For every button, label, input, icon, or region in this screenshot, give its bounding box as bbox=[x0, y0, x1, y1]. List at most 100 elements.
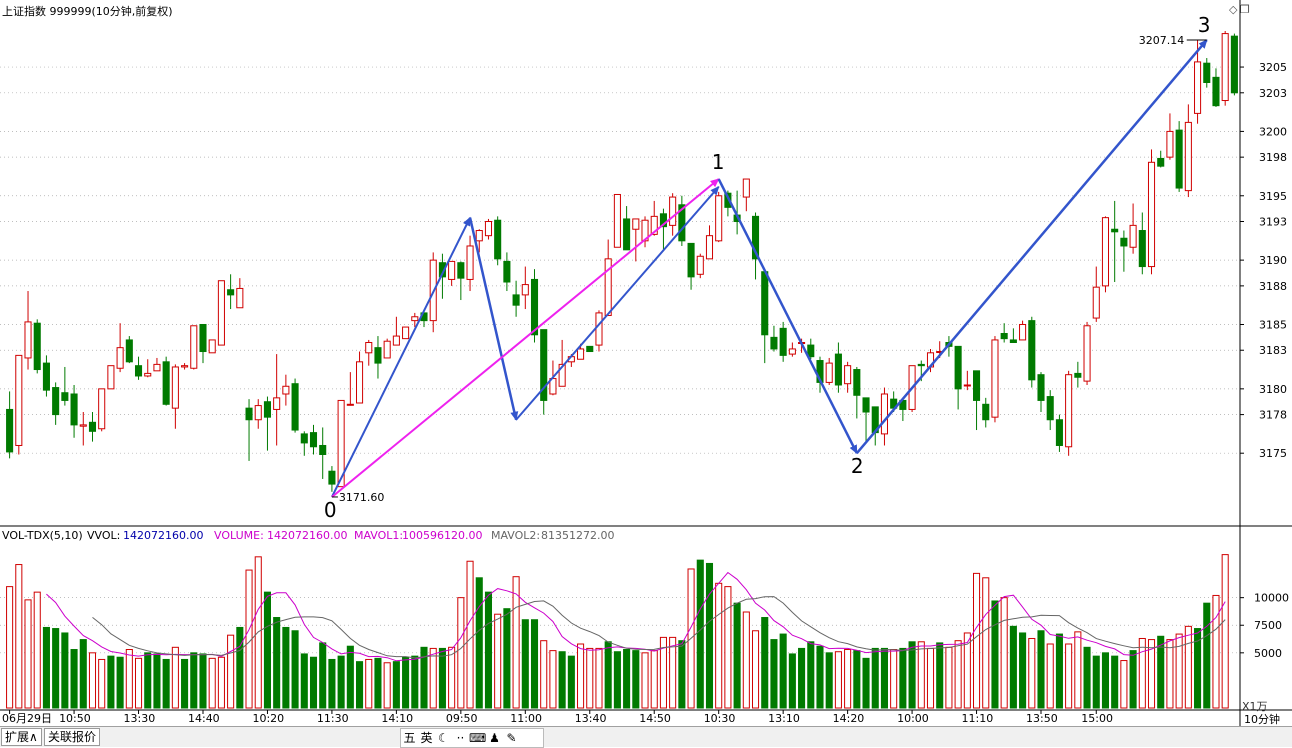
volume-bar bbox=[1000, 597, 1008, 709]
volume-bar bbox=[309, 656, 318, 709]
time-label: 13:50 bbox=[1026, 712, 1058, 725]
candle-body bbox=[917, 363, 925, 367]
user-icon[interactable]: ♟ bbox=[486, 729, 503, 747]
candle-body bbox=[383, 340, 391, 359]
volume-bar bbox=[586, 647, 594, 709]
candle-body bbox=[245, 407, 253, 421]
volume-bar bbox=[411, 655, 419, 709]
candle-body bbox=[475, 230, 483, 242]
diamond-icon[interactable]: ◇ bbox=[1229, 3, 1237, 16]
volume-bar bbox=[52, 628, 60, 709]
period-label[interactable]: 10分钟 bbox=[1244, 712, 1280, 726]
candle-body bbox=[577, 348, 585, 360]
time-label: 13:10 bbox=[768, 712, 800, 725]
volume-bar bbox=[319, 642, 327, 709]
volume-bar bbox=[669, 636, 677, 709]
wave-label-3: 3 bbox=[1198, 13, 1211, 37]
candle-body bbox=[300, 433, 308, 444]
volume-bar bbox=[484, 591, 493, 709]
ime-wubi-icon[interactable]: 五 bbox=[401, 729, 418, 747]
volume-label: VOLUME: bbox=[214, 529, 264, 542]
volume-bar bbox=[899, 647, 907, 709]
volume-bar bbox=[337, 655, 345, 709]
price-tick-label: 3175 bbox=[1259, 447, 1287, 460]
volume-bar bbox=[1028, 637, 1036, 709]
candle-body bbox=[346, 403, 354, 406]
volume-bar bbox=[1212, 594, 1220, 709]
volume-tick-label: 7500 bbox=[1254, 619, 1282, 632]
volume-bar bbox=[844, 649, 852, 709]
volume-bar bbox=[236, 626, 244, 709]
volume-bar bbox=[853, 650, 861, 709]
candle-body bbox=[98, 388, 106, 430]
volume-bar bbox=[1074, 631, 1082, 709]
keyboard-icon[interactable]: ⌨ bbox=[469, 729, 486, 747]
volume-bar bbox=[190, 652, 198, 709]
volume-bar bbox=[291, 630, 299, 709]
chart-title: 上证指数 999999(10分钟,前复权) bbox=[2, 4, 173, 18]
volume-bar bbox=[650, 650, 658, 709]
volume-bar bbox=[1129, 650, 1137, 709]
candle-body bbox=[1138, 230, 1146, 268]
volume-bar bbox=[181, 658, 189, 709]
candle-body bbox=[190, 325, 198, 369]
volume-bar bbox=[227, 634, 235, 709]
candle-body bbox=[696, 255, 704, 275]
ime-english-icon[interactable]: 英 bbox=[418, 729, 435, 747]
volume-bar bbox=[70, 649, 78, 709]
restore-window-icon[interactable]: ❐ bbox=[1240, 3, 1250, 16]
volume-value: 142072160.00 bbox=[267, 529, 347, 542]
candle-body bbox=[687, 242, 695, 278]
time-label: 13:40 bbox=[575, 712, 607, 725]
candle-body bbox=[411, 316, 419, 322]
volume-bar bbox=[1037, 630, 1045, 709]
kline-chart[interactable]: 3175 3178 3180 3183 3185 3188 3190 3193 3195 3198… bbox=[0, 0, 1292, 726]
volume-bar bbox=[632, 650, 640, 709]
volume-bar bbox=[982, 577, 990, 709]
volume-bar bbox=[825, 652, 833, 709]
candle-body bbox=[1074, 372, 1082, 378]
punctuation-icon[interactable]: ·· bbox=[452, 729, 469, 747]
volume-bar bbox=[751, 630, 760, 709]
vvol-value: 142072160.00 bbox=[123, 529, 203, 542]
candle-body bbox=[844, 365, 852, 385]
volume-unit: X1万 bbox=[1242, 700, 1268, 713]
mavol2-value: 81351272.00 bbox=[541, 529, 614, 542]
volume-bar bbox=[383, 662, 391, 709]
volume-bar bbox=[733, 602, 741, 709]
candle-body bbox=[236, 287, 244, 309]
volume-bar bbox=[880, 647, 888, 709]
volume-bar bbox=[604, 641, 612, 709]
related-quotes-tab[interactable]: 关联报价 bbox=[44, 728, 101, 746]
volume-bar bbox=[273, 617, 281, 709]
candle-body bbox=[402, 326, 410, 340]
wave-label-0: 0 bbox=[324, 498, 337, 522]
wrench-icon[interactable]: ✎ bbox=[503, 729, 520, 747]
volume-bar bbox=[1221, 554, 1229, 709]
candle-body bbox=[862, 397, 870, 413]
volume-bar bbox=[300, 653, 308, 709]
candle-body bbox=[1157, 157, 1165, 167]
candle-body bbox=[853, 369, 861, 396]
candle-body bbox=[1194, 61, 1202, 114]
volume-bar bbox=[356, 661, 364, 709]
time-label: 11:00 bbox=[510, 712, 542, 725]
low-price-label: 3171.60 bbox=[339, 491, 385, 504]
volume-bar bbox=[392, 661, 400, 709]
candle-body bbox=[1147, 161, 1156, 268]
volume-bar bbox=[1166, 639, 1174, 709]
volume-bar bbox=[107, 655, 115, 709]
mavol1-value: 100596120.00 bbox=[402, 529, 482, 542]
moon-icon[interactable]: ☾ bbox=[435, 729, 452, 747]
volume-bar bbox=[788, 653, 796, 709]
volume-bar bbox=[816, 645, 824, 709]
expand-tab[interactable]: 扩展∧ bbox=[1, 728, 42, 746]
candle-body bbox=[963, 384, 971, 387]
mavol2-label: MAVOL2: bbox=[491, 529, 540, 542]
candle-body bbox=[1175, 129, 1183, 189]
candle-body bbox=[319, 444, 327, 455]
candle-body bbox=[134, 365, 143, 377]
candle-body bbox=[33, 322, 41, 371]
volume-bar bbox=[678, 640, 686, 709]
high-price-label: 3207.14 bbox=[1139, 34, 1185, 47]
